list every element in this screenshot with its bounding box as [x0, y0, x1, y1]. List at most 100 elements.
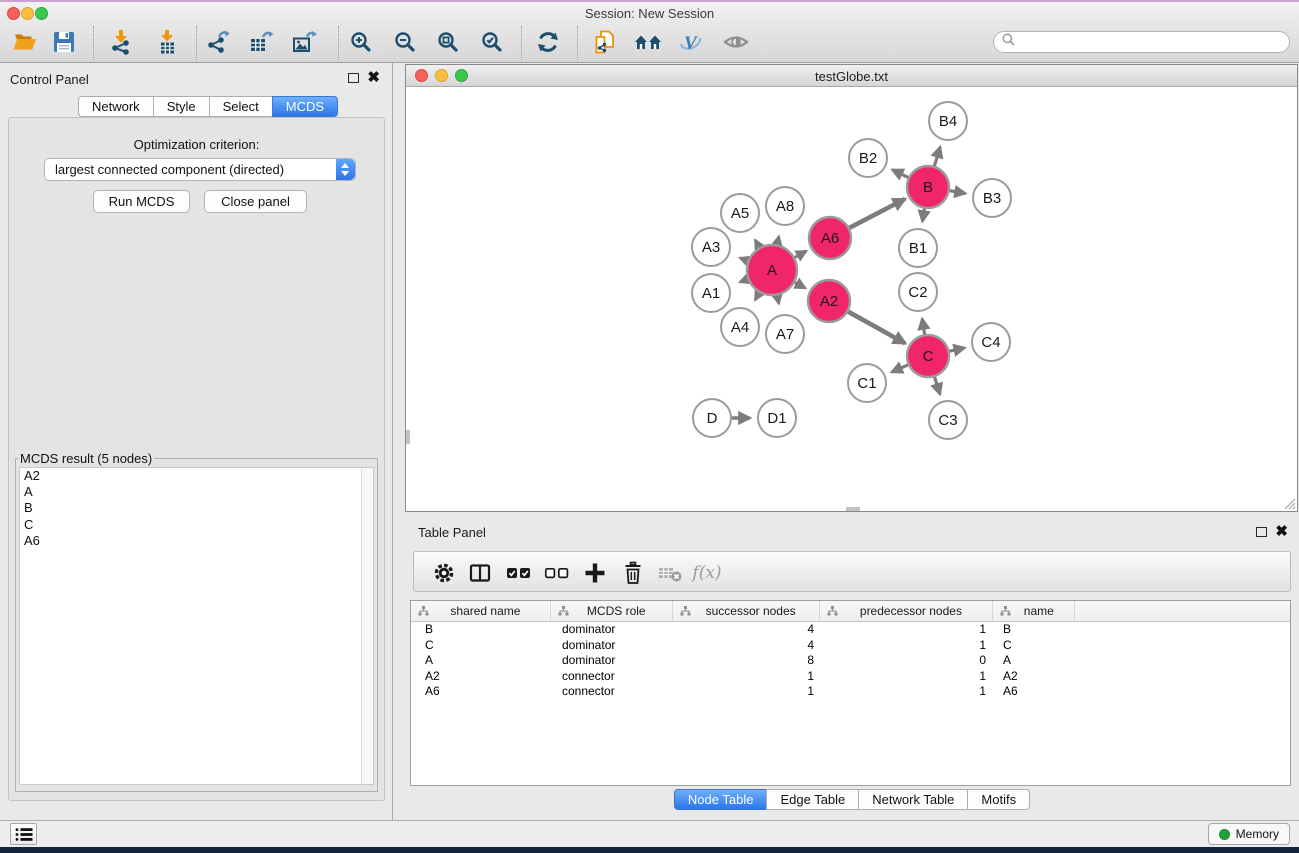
edge-A6-B[interactable] — [850, 199, 905, 228]
tab-edge-table[interactable]: Edge Table — [766, 789, 859, 810]
table-cell[interactable]: dominator — [551, 638, 673, 654]
tab-motifs[interactable]: Motifs — [967, 789, 1030, 810]
export-network-icon[interactable] — [204, 28, 232, 56]
network-graph-canvas[interactable]: B4B2BB3A8A5A6A3B1AA1C2A2A4A7C4CC1DD1C3 — [408, 88, 1297, 511]
column-view-icon[interactable] — [467, 560, 493, 586]
list-scrollbar[interactable] — [361, 468, 373, 784]
edge-C-C3[interactable] — [935, 377, 940, 394]
add-column-icon[interactable] — [582, 560, 608, 586]
table-cell[interactable]: 4 — [673, 622, 820, 638]
float-table-panel-icon[interactable] — [1256, 527, 1267, 537]
column-header-MCDS-role[interactable]: MCDS role — [551, 601, 673, 621]
show-graphics-details-icon[interactable]: V — [676, 28, 704, 56]
close-panel-button[interactable]: Close panel — [204, 190, 307, 213]
tab-mcds[interactable]: MCDS — [272, 96, 338, 117]
delete-column-icon[interactable] — [620, 560, 646, 586]
edge-A-A5[interactable] — [755, 240, 759, 247]
column-header-shared-name[interactable]: shared name — [411, 601, 551, 621]
edge-B-B4[interactable] — [934, 147, 940, 166]
edge-A-A6[interactable] — [795, 251, 807, 257]
edge-B-B3[interactable] — [950, 191, 966, 194]
table-cell[interactable]: A — [411, 653, 551, 669]
mcds-result-item[interactable]: A6 — [20, 533, 373, 549]
table-cell[interactable]: 1 — [820, 684, 994, 700]
table-cell[interactable]: B — [411, 622, 551, 638]
table-cell[interactable]: C — [994, 638, 1076, 654]
table-cell[interactable]: A2 — [411, 669, 551, 685]
edge-A-A1[interactable] — [740, 279, 748, 282]
edge-C-C4[interactable] — [949, 348, 964, 351]
home-networks-icon[interactable] — [634, 28, 662, 56]
open-session-icon[interactable] — [591, 28, 619, 56]
resize-grip-icon[interactable] — [1284, 498, 1296, 510]
table-cell[interactable]: dominator — [551, 622, 673, 638]
mcds-result-item[interactable]: A — [20, 484, 373, 500]
task-history-button[interactable] — [10, 823, 37, 845]
table-cell[interactable]: A — [994, 653, 1076, 669]
mcds-result-list[interactable]: A2ABCA6 — [19, 467, 374, 785]
table-cell[interactable]: A6 — [411, 684, 551, 700]
table-cell[interactable]: 1 — [673, 684, 820, 700]
save-session-icon[interactable] — [50, 28, 78, 56]
close-panel-icon[interactable]: ✖ — [367, 72, 380, 84]
search-field[interactable] — [993, 31, 1290, 53]
export-table-icon[interactable] — [247, 28, 275, 56]
memory-button[interactable]: Memory — [1208, 823, 1290, 845]
refresh-layout-icon[interactable] — [534, 28, 562, 56]
table-row[interactable]: Adominator80A — [411, 653, 1290, 669]
table-cell[interactable]: 0 — [820, 653, 994, 669]
edge-A-A8[interactable] — [777, 236, 779, 244]
export-image-icon[interactable] — [290, 28, 318, 56]
tab-network[interactable]: Network — [78, 96, 154, 117]
table-cell[interactable]: connector — [551, 684, 673, 700]
column-header-successor-nodes[interactable]: successor nodes — [673, 601, 820, 621]
network-window-titlebar[interactable]: testGlobe.txt — [406, 65, 1297, 87]
table-cell[interactable]: B — [994, 622, 1076, 638]
table-cell[interactable]: 1 — [820, 638, 994, 654]
edge-A-A3[interactable] — [740, 258, 748, 261]
table-row[interactable]: Cdominator41C — [411, 638, 1290, 654]
import-table-icon[interactable] — [153, 28, 181, 56]
edge-A2-C[interactable] — [848, 312, 905, 344]
edge-C-C2[interactable] — [922, 319, 924, 335]
table-cell[interactable]: 1 — [820, 622, 994, 638]
zoom-in-icon[interactable] — [347, 28, 375, 56]
deselect-all-icon[interactable] — [544, 560, 570, 586]
table-header-row[interactable]: shared nameMCDS rolesuccessor nodesprede… — [411, 601, 1290, 622]
edge-B-B2[interactable] — [892, 170, 908, 178]
tab-style[interactable]: Style — [153, 96, 210, 117]
mcds-result-item[interactable]: C — [20, 517, 373, 533]
edge-A-A2[interactable] — [795, 282, 805, 288]
table-row[interactable]: A6connector11A6 — [411, 684, 1290, 700]
table-cell[interactable]: dominator — [551, 653, 673, 669]
float-panel-icon[interactable] — [348, 73, 359, 83]
close-table-panel-icon[interactable]: ✖ — [1275, 526, 1288, 538]
search-input[interactable] — [1016, 35, 1289, 49]
edge-B-B1[interactable] — [922, 209, 924, 222]
tab-select[interactable]: Select — [209, 96, 273, 117]
table-row[interactable]: A2connector11A2 — [411, 669, 1290, 685]
table-cell[interactable]: A2 — [994, 669, 1076, 685]
zoom-fit-icon[interactable] — [434, 28, 462, 56]
table-cell[interactable]: 1 — [820, 669, 994, 685]
table-cell[interactable]: A6 — [994, 684, 1076, 700]
select-all-icon[interactable] — [506, 560, 532, 586]
tab-node-table[interactable]: Node Table — [674, 789, 768, 810]
import-network-icon[interactable] — [107, 28, 135, 56]
table-cell[interactable]: C — [411, 638, 551, 654]
edge-C-C1[interactable] — [892, 365, 908, 372]
tab-network-table[interactable]: Network Table — [858, 789, 968, 810]
column-header-name[interactable]: name — [993, 601, 1075, 621]
table-cell[interactable]: 4 — [673, 638, 820, 654]
table-cell[interactable]: 8 — [673, 653, 820, 669]
zoom-out-icon[interactable] — [391, 28, 419, 56]
criterion-dropdown[interactable]: largest connected component (directed) — [44, 158, 356, 181]
table-cell[interactable]: 1 — [673, 669, 820, 685]
edge-A-A7[interactable] — [777, 295, 779, 303]
mcds-result-item[interactable]: A2 — [20, 468, 373, 484]
zoom-selected-icon[interactable] — [478, 28, 506, 56]
open-file-icon[interactable] — [11, 28, 39, 56]
gear-icon[interactable] — [431, 560, 457, 586]
edge-A-A4[interactable] — [755, 293, 759, 300]
table-row[interactable]: Bdominator41B — [411, 622, 1290, 638]
